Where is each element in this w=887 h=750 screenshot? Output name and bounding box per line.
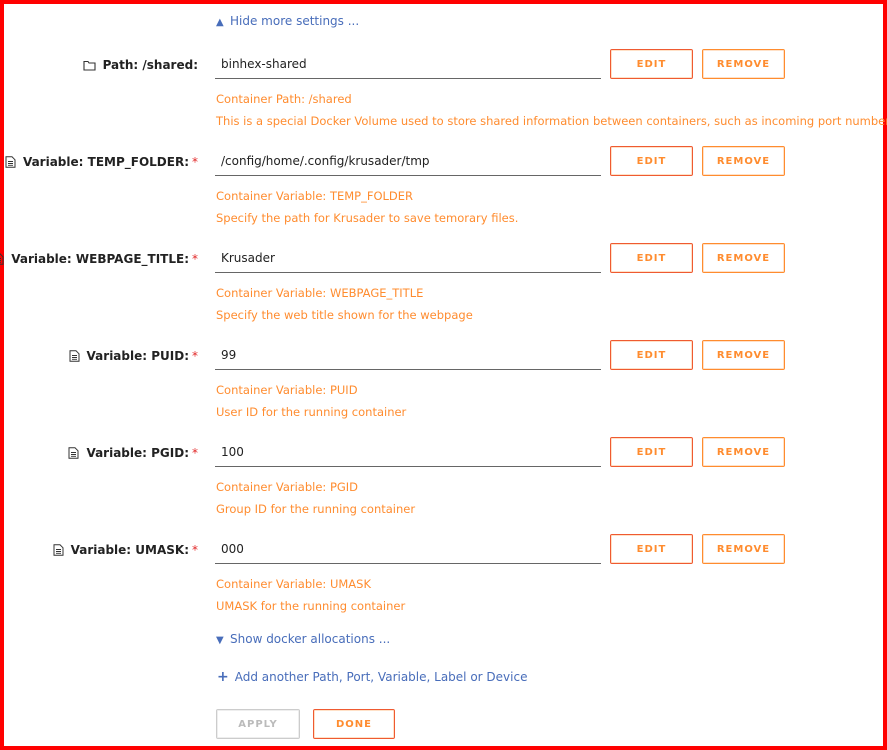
required-marker: * — [192, 543, 198, 557]
hide-more-settings-link[interactable]: ▲ Hide more settings ... — [216, 14, 359, 28]
required-marker: * — [192, 155, 198, 169]
setting-description-help: Specify the web title shown for the webp… — [216, 308, 473, 322]
document-icon — [5, 156, 16, 168]
show-docker-allocations-link[interactable]: ▼ Show docker allocations ... — [216, 632, 390, 646]
edit-button[interactable]: EDIT — [610, 534, 693, 564]
required-marker: * — [192, 349, 198, 363]
remove-button[interactable]: REMOVE — [702, 49, 785, 79]
setting-row-path-shared: Path: /shared: EDIT REMOVE Container Pat… — [4, 49, 887, 144]
remove-button[interactable]: REMOVE — [702, 340, 785, 370]
setting-row-pgid: Variable: PGID:* EDIT REMOVE Container V… — [4, 437, 887, 532]
setting-description-help: Specify the path for Krusader to save te… — [216, 211, 519, 225]
document-icon — [0, 253, 4, 265]
setting-description-help: UMASK for the running container — [216, 599, 406, 613]
umask-input[interactable] — [215, 534, 601, 564]
folder-icon — [83, 60, 96, 71]
path-shared-input[interactable] — [215, 49, 601, 79]
puid-input[interactable] — [215, 340, 601, 370]
show-docker-allocations-label: Show docker allocations ... — [230, 632, 391, 646]
document-icon — [53, 544, 64, 556]
setting-label-text: Variable: UMASK: — [70, 543, 189, 557]
edit-button[interactable]: EDIT — [610, 340, 693, 370]
document-icon — [69, 350, 80, 362]
apply-button[interactable]: APPLY — [216, 709, 300, 739]
setting-label: Variable: TEMP_FOLDER: * — [5, 155, 198, 169]
setting-description-container: Container Path: /shared — [216, 92, 352, 106]
setting-label: Variable: PGID: * — [68, 446, 198, 460]
setting-description-container: Container Variable: PGID — [216, 480, 359, 494]
setting-label: Variable: UMASK: * — [53, 543, 198, 557]
add-another-link[interactable]: + Add another Path, Port, Variable, Label… — [217, 669, 527, 685]
setting-label: Path: /shared: — [83, 58, 198, 72]
setting-description-help: Group ID for the running container — [216, 502, 416, 516]
chevron-up-icon: ▲ — [216, 17, 224, 28]
pgid-input[interactable] — [215, 437, 601, 467]
remove-button[interactable]: REMOVE — [702, 146, 785, 176]
setting-row-webpage-title: Variable: WEBPAGE_TITLE:* EDIT REMOVE Co… — [0, 243, 887, 338]
setting-label-text: Variable: TEMP_FOLDER: — [22, 155, 189, 169]
edit-button[interactable]: EDIT — [610, 437, 693, 467]
setting-description-container: Container Variable: WEBPAGE_TITLE — [216, 286, 424, 300]
setting-description-container: Container Variable: TEMP_FOLDER — [216, 189, 414, 203]
done-button[interactable]: DONE — [313, 709, 395, 739]
edit-button[interactable]: EDIT — [610, 49, 693, 79]
chevron-down-icon: ▼ — [216, 635, 224, 646]
setting-label: Variable: WEBPAGE_TITLE: * — [0, 252, 198, 266]
setting-description-container: Container Variable: UMASK — [216, 577, 371, 591]
hide-more-settings-label: Hide more settings ... — [230, 14, 360, 28]
setting-description-help: This is a special Docker Volume used to … — [216, 114, 887, 128]
required-marker: * — [192, 446, 198, 460]
document-icon — [68, 447, 79, 459]
setting-label-text: Path: /shared: — [102, 58, 198, 72]
setting-description-help: User ID for the running container — [216, 405, 407, 419]
plus-icon: + — [217, 669, 229, 685]
add-another-label: Add another Path, Port, Variable, Label … — [234, 670, 528, 684]
webpage-title-input[interactable] — [215, 243, 601, 273]
edit-button[interactable]: EDIT — [610, 243, 693, 273]
remove-button[interactable]: REMOVE — [702, 534, 785, 564]
setting-row-puid: Variable: PUID:* EDIT REMOVE Container V… — [4, 340, 887, 435]
setting-label-text: Variable: PUID: — [86, 349, 189, 363]
edit-button[interactable]: EDIT — [610, 146, 693, 176]
setting-label-text: Variable: PGID: — [86, 446, 189, 460]
setting-label-text: Variable: WEBPAGE_TITLE: — [11, 252, 189, 266]
temp-folder-input[interactable] — [215, 146, 601, 176]
required-marker: * — [192, 252, 198, 266]
setting-row-temp-folder: Variable: TEMP_FOLDER:* EDIT REMOVE Cont… — [4, 146, 887, 241]
setting-row-umask: Variable: UMASK:* EDIT REMOVE Container … — [4, 534, 887, 629]
setting-label: Variable: PUID: * — [69, 349, 198, 363]
setting-description-container: Container Variable: PUID — [216, 383, 358, 397]
settings-panel: ▲ Hide more settings ... Path: /shared: E… — [0, 0, 887, 750]
remove-button[interactable]: REMOVE — [702, 437, 785, 467]
remove-button[interactable]: REMOVE — [702, 243, 785, 273]
